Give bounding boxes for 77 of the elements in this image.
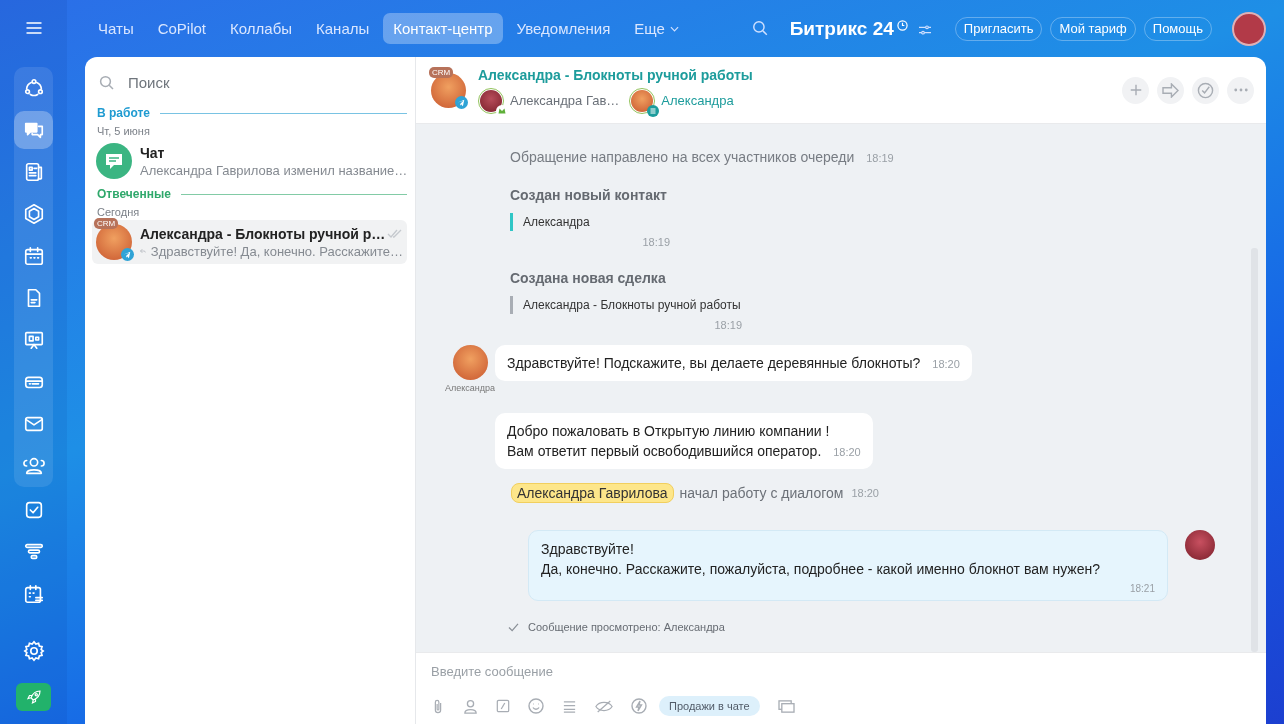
message-text: Здравствуйте! [541,540,635,559]
arrow-icon [1162,82,1179,98]
eye-off-icon[interactable] [595,698,613,714]
stack-icon[interactable] [562,698,577,714]
chat-list-item[interactable]: CRM Александра - Блокноты ручной р… Здравствуйте! Да, конечно. Расскажите… [92,220,407,264]
message-time: 18:20 [932,358,960,370]
settings-icon[interactable] [22,640,45,662]
clock-icon [896,19,908,31]
message-time: 18:20 [851,487,879,499]
rocket-icon [24,688,43,706]
member-name[interactable]: Александра [661,93,734,108]
system-message: Обращение направлено на всех участников очереди [510,149,855,165]
chat-list-item[interactable]: Чат Александра Гаврилова изменил название… [92,139,407,183]
member-name[interactable]: Александра Гав… [510,93,620,108]
smiley-icon[interactable] [528,698,544,714]
message-text: Здравствуйте! Подскажите, вы делаете деревянные блокноты? [507,355,921,371]
more-icon [1233,88,1248,92]
entity-title: Создана новая сделка [510,270,667,286]
date-label: Чт, 5 июня [96,124,151,139]
dialog-title[interactable]: Александра - Блокноты ручной работы [478,66,1110,83]
message-time: 18:19 [641,236,671,248]
section-title: Отвеченные [97,187,171,201]
member-avatar [631,89,654,112]
user-avatar[interactable] [1232,11,1266,46]
message-time: 18:20 [833,446,861,458]
forward-button[interactable] [1157,76,1184,104]
message-time: 18:19 [866,152,894,164]
telegram-icon [455,95,468,109]
search-icon[interactable] [750,19,770,38]
message-time: 18:19 [713,319,743,331]
check-icon [508,622,519,632]
entity-card[interactable]: Александра [510,213,800,231]
lightning-icon[interactable] [631,698,647,714]
nav-tab[interactable]: Чаты [88,13,144,44]
chat-title: Александра - Блокноты ручной р… [140,225,386,242]
scrollbar[interactable] [1251,248,1258,652]
date-label: Сегодня [96,205,141,220]
person-icon[interactable] [463,698,478,714]
message-text: Добро пожаловать в Открытую линию компании ! [507,423,830,439]
system-message: начал работу с диалогом [679,485,844,501]
author-name: Александра [445,383,496,393]
message-preview: Здравствуйте! Да, конечно. Расскажите… [150,243,403,259]
crm-badge: CRM [429,66,454,78]
search-icon [98,73,116,92]
message-preview: Александра Гаврилова изменил название… [140,162,408,178]
slash-square-icon[interactable] [496,699,510,713]
member-avatar [480,89,502,112]
entity-title: Создан новый контакт [510,187,668,203]
plus-icon [1128,83,1143,97]
crown-icon [496,104,508,117]
rocket-button[interactable] [16,683,51,711]
read-receipt: Сообщение просмотрено: Александра [528,621,725,633]
logo-text[interactable]: Битрикс 24 [789,17,894,40]
chat-avatar-icon [96,143,132,179]
check-button[interactable] [1192,76,1219,104]
section-title: В работе [97,106,150,120]
nav-tab[interactable]: Коллабы [220,13,302,44]
chat-title: Чат [140,144,165,161]
nav-tab[interactable]: Каналы [306,13,380,44]
add-button[interactable] [1122,76,1149,104]
operator-avatar [1185,530,1215,560]
nav-tab[interactable]: Уведомления [506,13,621,44]
crm-badge: CRM [94,218,119,229]
sales-chip[interactable]: Продажи в чате [659,696,760,716]
operator-mention[interactable]: Александра Гаврилова [511,483,674,503]
nav-tab[interactable]: Контакт-центр [383,13,503,44]
check-circle-icon [1197,81,1214,99]
entity-card[interactable]: Александра - Блокноты ручной работы [510,296,800,314]
message-text: Да, конечно. Расскажите, пожалуйста, подробнее - какой именно блокнот вам нужен? [541,560,1102,579]
chat-icon[interactable] [14,111,53,149]
nav-tab[interactable]: CoPilot [147,13,217,44]
telegram-icon [121,248,134,261]
nav-tab[interactable]: Еще [624,13,689,44]
windows-icon[interactable] [777,698,795,714]
message-time: 18:21 [1128,583,1155,594]
author-avatar [452,345,488,380]
message-text: Вам ответит первый освободившийся оператор. [507,443,822,459]
